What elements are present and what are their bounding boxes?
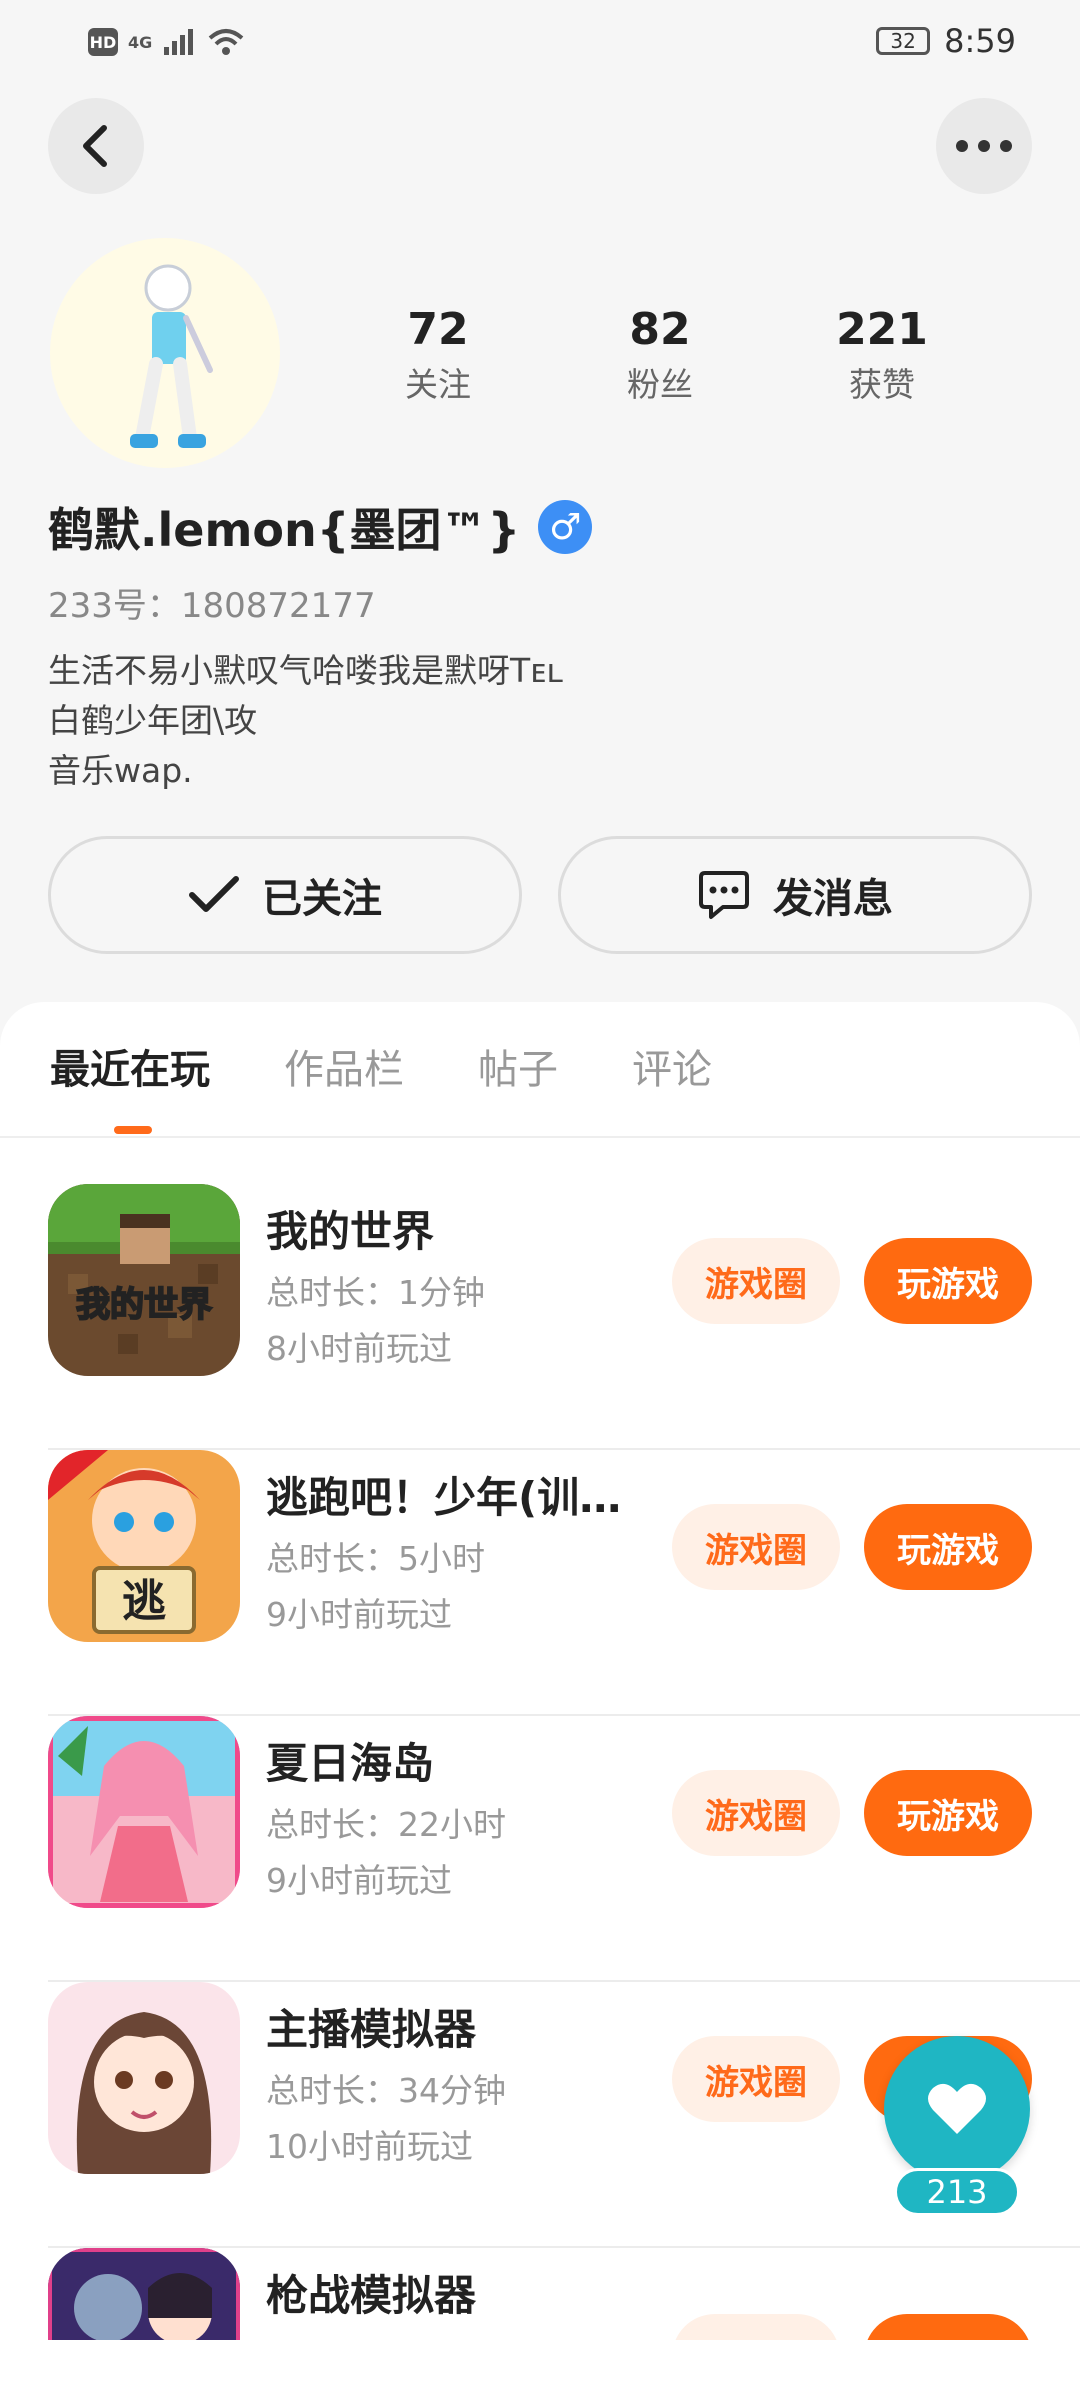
game-icon-summer-island (48, 1716, 240, 1908)
clock: 8:59 (944, 22, 1016, 60)
battery-icon: 32 (876, 27, 931, 55)
game-duration: 总时长：5小时 (266, 1539, 485, 1578)
user-id: 233号：180872177 (48, 586, 376, 626)
stat-followers[interactable]: 82 粉丝 (580, 300, 740, 410)
status-bar-right: 32 8:59 (876, 18, 1016, 64)
game-duration: 总时长：34分钟 (266, 2071, 506, 2110)
game-last-played: 9小时前玩过 (266, 1595, 452, 1634)
chat-bubble-icon (699, 871, 749, 919)
check-icon (189, 876, 239, 912)
game-circle-button[interactable]: 游戏圈 (672, 2314, 840, 2340)
escape-game-icon: 逃 (48, 1450, 240, 1642)
game-circle-button[interactable]: 游戏圈 (672, 1504, 840, 1590)
bio-line: 生活不易小默叹气哈喽我是默呀Tᴇʟ (48, 651, 564, 690)
minecraft-icon: 我的世界 (48, 1184, 240, 1376)
streamer-sim-icon (48, 1982, 240, 2174)
list-item[interactable]: 枪战模拟器 游戏圈 玩游戏 (48, 2248, 1080, 2340)
like-count: 213 (894, 2168, 1020, 2216)
signal-icon (164, 29, 194, 55)
game-duration: 总时长：1分钟 (266, 1273, 485, 1312)
minecraft-icon-text: 我的世界 (76, 1285, 212, 1325)
network-type: 4G (128, 32, 153, 52)
chevron-left-icon (83, 125, 107, 167)
stat-value: 82 (629, 304, 691, 355)
tab-posts[interactable]: 帖子 (478, 1040, 558, 1100)
heart-icon (928, 2083, 986, 2134)
stat-label: 关注 (405, 365, 471, 404)
username-row: 鹤默.lemon{墨团™} ♂ (48, 494, 593, 560)
play-game-button[interactable]: 玩游戏 (864, 2314, 1032, 2340)
stat-following[interactable]: 72 关注 (358, 300, 518, 410)
following-button[interactable]: 已关注 (48, 836, 522, 954)
game-name: 枪战模拟器 (266, 2271, 477, 2320)
wifi-icon (208, 29, 244, 55)
play-game-button[interactable]: 玩游戏 (864, 1504, 1032, 1590)
list-item[interactable]: 逃 逃跑吧！少年(训… 总时长：5小时 9小时前玩过 游戏圈 玩游戏 (48, 1450, 1080, 1716)
username: 鹤默.lemon{墨团™} (48, 503, 521, 557)
game-icon-escape: 逃 (48, 1450, 240, 1642)
game-circle-button[interactable]: 游戏圈 (672, 1238, 840, 1324)
stat-likes[interactable]: 221 获赞 (802, 300, 962, 410)
game-duration: 总时长：22小时 (266, 1805, 506, 1844)
message-label: 发消息 (773, 876, 893, 922)
game-icon-minecraft: 我的世界 (48, 1184, 240, 1376)
like-button[interactable] (884, 2036, 1030, 2182)
summer-island-icon (48, 1716, 240, 1908)
play-game-button[interactable]: 玩游戏 (864, 1238, 1032, 1324)
stat-value: 221 (836, 304, 928, 355)
more-button[interactable] (936, 98, 1032, 194)
tab-divider (0, 1136, 1080, 1138)
stat-value: 72 (407, 304, 469, 355)
game-name: 逃跑吧！少年(训… (266, 1473, 622, 1522)
avatar-figure (130, 264, 213, 448)
avatar[interactable] (50, 238, 280, 468)
game-circle-button[interactable]: 游戏圈 (672, 2036, 840, 2122)
game-circle-button[interactable]: 游戏圈 (672, 1770, 840, 1856)
game-icon-streamer-sim (48, 1982, 240, 2174)
bio: 生活不易小默叹气哈喽我是默呀Tᴇʟ 白鹤少年团\攻 音乐wap. (48, 646, 563, 796)
game-name: 主播模拟器 (266, 2005, 477, 2054)
tab-comments[interactable]: 评论 (632, 1040, 712, 1100)
game-icon-gun-sim (48, 2248, 240, 2340)
game-name: 夏日海岛 (266, 1739, 435, 1788)
status-bar-left: HD 4G (88, 22, 246, 62)
gender-male-icon: ♂ (538, 500, 593, 554)
game-last-played: 9小时前玩过 (266, 1861, 452, 1900)
game-last-played: 8小时前玩过 (266, 1329, 452, 1368)
list-item[interactable]: 夏日海岛 总时长：22小时 9小时前玩过 游戏圈 玩游戏 (48, 1716, 1080, 1982)
following-label: 已关注 (262, 876, 382, 922)
tab-indicator (114, 1126, 152, 1134)
back-button[interactable] (48, 98, 144, 194)
tab-recently-played[interactable]: 最近在玩 (50, 1040, 210, 1100)
more-icon (956, 140, 1012, 152)
stat-label: 获赞 (849, 365, 915, 404)
game-name: 我的世界 (266, 1207, 435, 1256)
message-button[interactable]: 发消息 (558, 836, 1032, 954)
gun-sim-icon (48, 2248, 240, 2340)
tab-bar: 最近在玩 作品栏 帖子 评论 (50, 1040, 786, 1100)
escape-icon-text: 逃 (122, 1576, 166, 1627)
hd-icon: HD (88, 28, 118, 56)
tab-works[interactable]: 作品栏 (284, 1040, 404, 1100)
play-game-button[interactable]: 玩游戏 (864, 1770, 1032, 1856)
list-item[interactable]: 我的世界 我的世界 总时长：1分钟 8小时前玩过 游戏圈 玩游戏 (48, 1184, 1080, 1450)
bio-line: 音乐wap. (48, 751, 193, 790)
stat-label: 粉丝 (627, 365, 693, 404)
bio-line: 白鹤少年团\攻 (48, 701, 258, 740)
game-last-played: 10小时前玩过 (266, 2127, 473, 2166)
